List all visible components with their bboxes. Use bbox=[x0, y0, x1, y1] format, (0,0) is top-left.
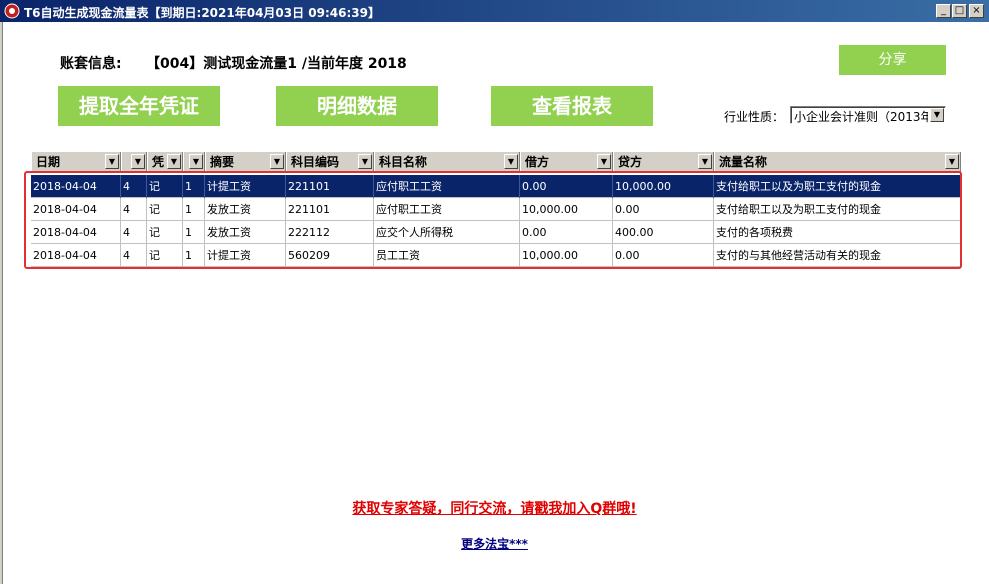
detail-data-button[interactable]: 明细数据 bbox=[276, 86, 438, 126]
chevron-down-icon[interactable]: ▼ bbox=[270, 154, 284, 169]
chevron-down-icon[interactable]: ▼ bbox=[698, 154, 712, 169]
close-button[interactable]: × bbox=[969, 4, 984, 18]
join-group-link[interactable]: 获取专家答疑，同行交流，请戳我加入Q群哦! bbox=[0, 498, 989, 518]
red-highlight-box bbox=[24, 171, 962, 269]
maximize-icon: □ bbox=[954, 5, 965, 16]
chevron-down-icon[interactable]: ▼ bbox=[131, 154, 145, 169]
column-header-summary[interactable]: 摘要 ▼ bbox=[205, 152, 286, 172]
minimize-icon: _ bbox=[941, 5, 946, 16]
window-titlebar[interactable]: T6自动生成现金流量表【到期日:2021年04月03日 09:46:39】 _ … bbox=[0, 0, 989, 22]
close-icon: × bbox=[972, 5, 981, 16]
minimize-button[interactable]: _ bbox=[936, 4, 951, 18]
chevron-down-icon[interactable]: ▼ bbox=[358, 154, 372, 169]
more-tools-link[interactable]: 更多法宝*** bbox=[0, 535, 989, 552]
chevron-down-icon[interactable]: ▼ bbox=[189, 154, 203, 169]
view-report-button[interactable]: 查看报表 bbox=[491, 86, 653, 126]
maximize-button[interactable]: □ bbox=[952, 4, 967, 18]
app-icon bbox=[4, 3, 20, 19]
column-header-code[interactable]: 科目编码 ▼ bbox=[286, 152, 374, 172]
column-header-voucher-no[interactable]: ▼ bbox=[183, 152, 205, 172]
chevron-down-icon[interactable]: ▼ bbox=[105, 154, 119, 169]
extract-vouchers-button[interactable]: 提取全年凭证 bbox=[58, 86, 220, 126]
grid-header: 日期 ▼ ▼ 凭 ▼ ▼ 摘要 ▼ 科目编码 ▼ 科目名称 ▼ 借方 ▼ 贷方 ▼ 流量名称 ▼ bbox=[31, 152, 961, 172]
window-title: T6自动生成现金流量表【到期日:2021年04月03日 09:46:39】 bbox=[24, 6, 381, 20]
chevron-down-icon[interactable]: ▼ bbox=[945, 154, 959, 169]
industry-label: 行业性质： bbox=[724, 110, 785, 124]
chevron-down-icon[interactable]: ▼ bbox=[167, 154, 181, 169]
chevron-down-icon[interactable]: ▼ bbox=[930, 108, 944, 122]
column-header-voucher-type[interactable]: 凭 ▼ bbox=[147, 152, 183, 172]
column-header-subject[interactable]: 科目名称 ▼ bbox=[374, 152, 520, 172]
account-value: 【004】测试现金流量1 /当前年度 2018 bbox=[146, 56, 407, 72]
account-label: 账套信息: bbox=[60, 56, 122, 72]
chevron-down-icon[interactable]: ▼ bbox=[597, 154, 611, 169]
column-header-period[interactable]: ▼ bbox=[121, 152, 147, 172]
column-header-credit[interactable]: 贷方 ▼ bbox=[613, 152, 714, 172]
column-header-date[interactable]: 日期 ▼ bbox=[31, 152, 121, 172]
industry-select[interactable]: 小企业会计准则（2013年 ▼ bbox=[790, 106, 946, 124]
column-header-debit[interactable]: 借方 ▼ bbox=[520, 152, 613, 172]
industry-selected-value: 小企业会计准则（2013年 bbox=[794, 110, 928, 124]
column-header-flow[interactable]: 流量名称 ▼ bbox=[714, 152, 961, 172]
chevron-down-icon[interactable]: ▼ bbox=[504, 154, 518, 169]
share-button[interactable]: 分享 bbox=[839, 45, 946, 75]
